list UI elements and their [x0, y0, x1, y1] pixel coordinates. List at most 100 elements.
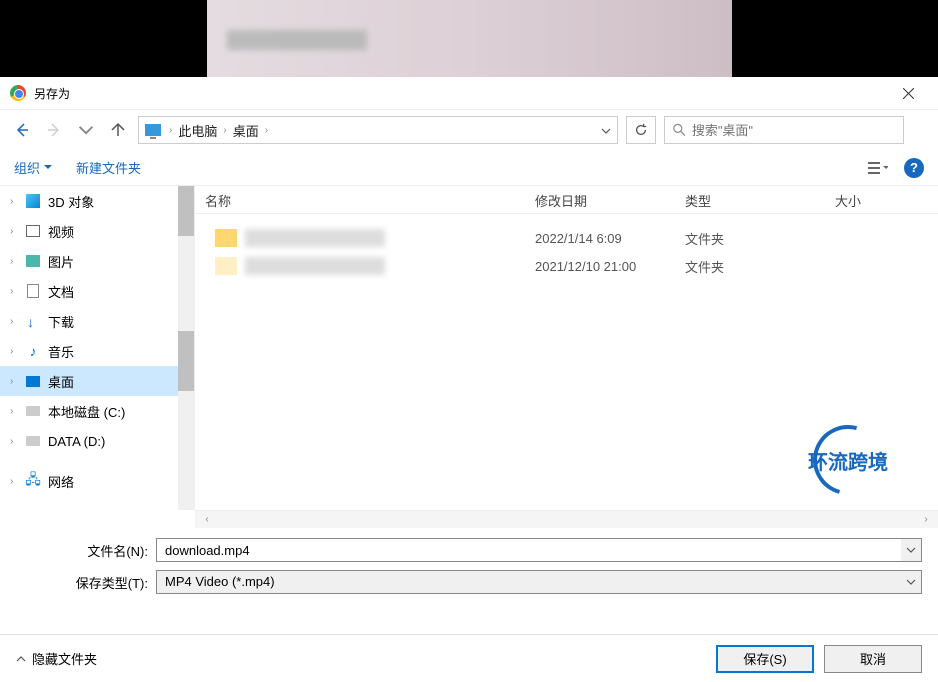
chevron-icon: › — [10, 196, 24, 207]
desktop-icon — [24, 373, 42, 389]
sidebar-item-video[interactable]: › 视频 — [0, 216, 194, 246]
hide-folders-button[interactable]: 隐藏文件夹 — [16, 649, 97, 668]
filename-dropdown[interactable] — [901, 539, 921, 561]
disk-icon — [24, 403, 42, 419]
file-type: 文件夹 — [675, 229, 825, 248]
3d-icon — [24, 193, 42, 209]
sidebar-label: 下载 — [48, 312, 74, 331]
folder-icon — [215, 229, 237, 247]
scrollbar-thumb[interactable] — [178, 186, 194, 236]
organize-label: 组织 — [14, 158, 40, 177]
filename-label: 文件名(N): — [16, 541, 156, 560]
column-type[interactable]: 类型 — [675, 186, 825, 213]
redacted-name — [245, 257, 385, 275]
help-button[interactable]: ? — [904, 158, 924, 178]
bottom-bar: 隐藏文件夹 保存(S) 取消 — [0, 634, 938, 682]
sidebar-label: 文档 — [48, 282, 74, 301]
dialog-title: 另存为 — [34, 85, 888, 102]
breadcrumb-desktop[interactable]: 桌面 — [229, 121, 263, 140]
sidebar-scrollbar[interactable] — [178, 186, 194, 510]
search-box[interactable] — [664, 116, 904, 144]
column-name[interactable]: 名称 — [195, 186, 525, 213]
chevron-icon: › — [10, 346, 24, 357]
filename-input-wrap — [156, 538, 922, 562]
file-row[interactable]: 2022/1/14 6:09 文件夹 — [195, 224, 938, 252]
newfolder-label: 新建文件夹 — [76, 158, 141, 177]
arrow-up-icon — [110, 122, 126, 138]
column-date[interactable]: 修改日期 — [525, 186, 675, 213]
chevron-icon: › — [10, 476, 24, 487]
file-date: 2021/12/10 21:00 — [525, 259, 675, 274]
chevron-down-icon — [601, 128, 611, 134]
breadcrumb-pc[interactable]: 此电脑 — [174, 121, 221, 140]
sidebar-item-pictures[interactable]: › 图片 — [0, 246, 194, 276]
sidebar-item-disk-d[interactable]: › DATA (D:) — [0, 426, 194, 456]
sidebar-label: 音乐 — [48, 342, 74, 361]
sidebar-label: 桌面 — [48, 372, 74, 391]
search-input[interactable] — [692, 123, 895, 138]
cancel-button[interactable]: 取消 — [824, 645, 922, 673]
column-headers: 名称 修改日期 类型 大小 — [195, 186, 938, 214]
file-row[interactable]: 2021/12/10 21:00 文件夹 — [195, 252, 938, 280]
arrow-right-icon — [46, 122, 62, 138]
forward-button[interactable] — [42, 118, 66, 142]
organize-button[interactable]: 组织 — [14, 158, 52, 177]
sidebar-item-disk-c[interactable]: › 本地磁盘 (C:) — [0, 396, 194, 426]
filename-input[interactable] — [157, 539, 901, 561]
chevron-icon: › — [10, 286, 24, 297]
column-size[interactable]: 大小 — [825, 186, 938, 213]
filetype-select[interactable]: MP4 Video (*.mp4) — [157, 571, 901, 593]
sidebar-label: 本地磁盘 (C:) — [48, 402, 125, 421]
view-icon — [868, 161, 888, 175]
chevron-down-icon — [906, 579, 916, 585]
chevron-down-icon — [906, 547, 916, 553]
sidebar-item-desktop[interactable]: › 桌面 — [0, 366, 194, 396]
up-button[interactable] — [106, 118, 130, 142]
computer-icon — [145, 124, 161, 136]
download-icon — [24, 313, 42, 329]
sidebar-item-network[interactable]: › 🖧 网络 — [0, 466, 194, 496]
address-dropdown[interactable] — [601, 121, 611, 139]
crumb-separator: › — [167, 125, 174, 136]
sidebar-item-documents[interactable]: › 文档 — [0, 276, 194, 306]
save-button[interactable]: 保存(S) — [716, 645, 814, 673]
chevron-icon: › — [10, 226, 24, 237]
arrow-left-icon — [14, 122, 30, 138]
watermark-text: 环流跨境 — [808, 446, 888, 475]
address-bar[interactable]: › 此电脑 › 桌面 › — [138, 116, 618, 144]
scrollbar-thumb[interactable] — [178, 331, 194, 391]
chevron-up-icon — [16, 656, 26, 662]
chevron-icon: › — [10, 376, 24, 387]
refresh-button[interactable] — [626, 116, 656, 144]
picture-icon — [24, 253, 42, 269]
filetype-select-wrap: MP4 Video (*.mp4) — [156, 570, 922, 594]
filetype-label: 保存类型(T): — [16, 573, 156, 592]
close-button[interactable] — [888, 81, 928, 106]
video-icon — [24, 223, 42, 239]
sidebar-label: 网络 — [48, 472, 74, 491]
new-folder-button[interactable]: 新建文件夹 — [76, 158, 141, 177]
hide-folders-label: 隐藏文件夹 — [32, 649, 97, 668]
sidebar: › 3D 对象 › 视频 › 图片 › 文档 › 下载 — [0, 186, 195, 510]
sidebar-label: DATA (D:) — [48, 434, 105, 449]
scroll-right-icon[interactable]: › — [918, 512, 934, 528]
view-button[interactable] — [860, 156, 896, 180]
sidebar-item-3d[interactable]: › 3D 对象 — [0, 186, 194, 216]
chevron-icon: › — [10, 406, 24, 417]
content-area: › 3D 对象 › 视频 › 图片 › 文档 › 下载 — [0, 186, 938, 510]
scroll-left-icon[interactable]: ‹ — [199, 512, 215, 528]
close-icon — [903, 88, 914, 99]
sidebar-item-downloads[interactable]: › 下载 — [0, 306, 194, 336]
sidebar-label: 图片 — [48, 252, 74, 271]
save-dialog: 另存为 › 此电脑 › 桌面 › — [0, 77, 938, 668]
filetype-dropdown[interactable] — [901, 571, 921, 593]
network-icon: 🖧 — [24, 473, 42, 489]
chrome-icon — [10, 85, 26, 101]
titlebar: 另存为 — [0, 77, 938, 110]
sidebar-item-music[interactable]: › ♪ 音乐 — [0, 336, 194, 366]
recent-dropdown[interactable] — [74, 118, 98, 142]
chevron-icon: › — [10, 436, 24, 447]
horizontal-scrollbar[interactable]: ‹ › — [195, 510, 938, 528]
search-icon — [673, 123, 686, 137]
back-button[interactable] — [10, 118, 34, 142]
